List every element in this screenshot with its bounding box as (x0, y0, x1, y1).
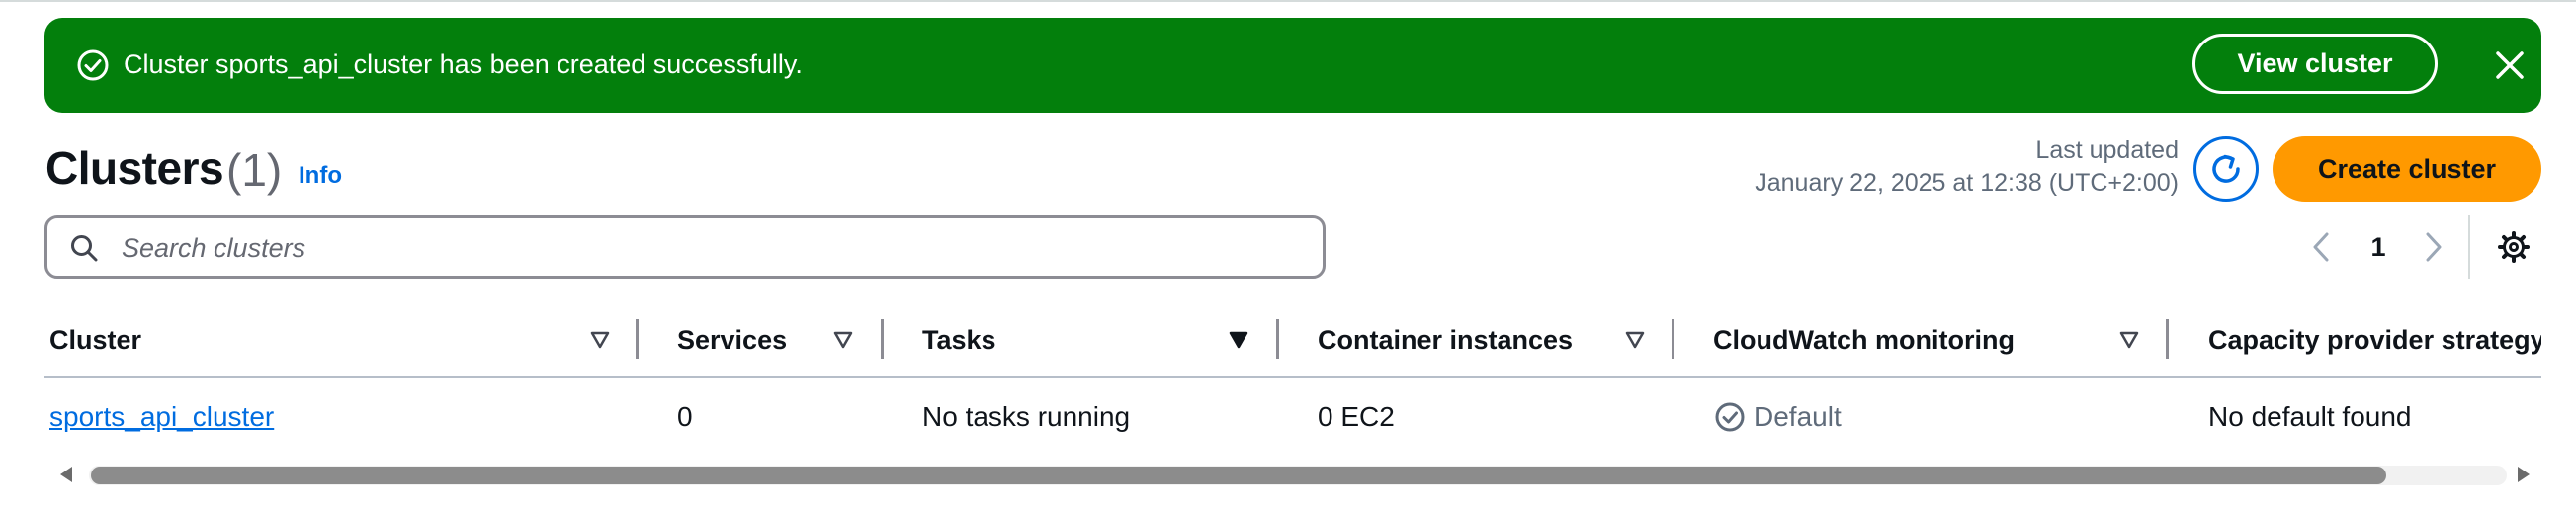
search-icon (71, 235, 98, 262)
table-header-divider (44, 376, 2541, 378)
info-link[interactable]: Info (299, 160, 342, 192)
page-title: Clusters (45, 142, 224, 194)
last-updated: Last updated January 22, 2025 at 12:38 (… (1755, 134, 2179, 200)
close-icon[interactable] (2493, 48, 2527, 82)
column-separator[interactable] (2166, 319, 2169, 359)
pagination-divider (2468, 215, 2470, 279)
container-instances-value: 0 EC2 (1318, 401, 1395, 432)
last-updated-label: Last updated (2035, 136, 2179, 164)
horizontal-scrollbar-thumb[interactable] (91, 467, 2386, 484)
column-header-container-instances[interactable]: Container instances (1318, 320, 1573, 360)
cloudwatch-status: Default (1754, 401, 1842, 432)
column-separator[interactable] (1276, 319, 1279, 359)
gear-icon[interactable] (2497, 230, 2531, 264)
create-cluster-button[interactable]: Create cluster (2273, 136, 2541, 202)
cluster-name-link[interactable]: sports_api_cluster (49, 401, 274, 432)
sort-icon-active[interactable] (1228, 329, 1249, 351)
tasks-status: No tasks running (922, 401, 1131, 432)
top-divider (0, 0, 2576, 2)
scroll-right-arrow-icon[interactable] (2516, 465, 2532, 484)
column-separator[interactable] (636, 319, 639, 359)
refresh-button[interactable] (2193, 136, 2259, 202)
capacity-provider-value: No default found (2208, 401, 2412, 432)
services-count: 0 (677, 401, 693, 432)
column-separator[interactable] (1672, 319, 1674, 359)
sort-icon[interactable] (1624, 329, 1646, 351)
column-header-services[interactable]: Services (677, 320, 787, 360)
column-header-cluster[interactable]: Cluster (49, 320, 141, 360)
column-separator[interactable] (881, 319, 884, 359)
column-header-tasks[interactable]: Tasks (922, 320, 996, 360)
flash-message: Cluster sports_api_cluster has been crea… (124, 49, 803, 79)
sort-icon[interactable] (832, 329, 854, 351)
chevron-left-icon[interactable] (2309, 230, 2335, 264)
last-updated-value: January 22, 2025 at 12:38 (UTC+2:00) (1755, 169, 2179, 197)
success-flash-banner: Cluster sports_api_cluster has been crea… (44, 18, 2541, 113)
search-box (44, 215, 1326, 279)
check-circle-icon (1715, 402, 1745, 432)
cluster-count: (1) (226, 144, 283, 196)
chevron-right-icon[interactable] (2420, 230, 2446, 264)
column-header-capacity-provider-strategy[interactable]: Capacity provider strategy (2208, 320, 2541, 360)
sort-icon[interactable] (589, 329, 611, 351)
view-cluster-button[interactable]: View cluster (2192, 34, 2438, 94)
page-number[interactable]: 1 (2366, 227, 2390, 267)
scroll-left-arrow-icon[interactable] (58, 465, 74, 484)
refresh-icon (2212, 154, 2240, 183)
sort-icon[interactable] (2118, 329, 2140, 351)
search-input[interactable] (120, 226, 1300, 270)
success-check-icon (77, 49, 109, 81)
column-header-cloudwatch-monitoring[interactable]: CloudWatch monitoring (1713, 320, 2015, 360)
